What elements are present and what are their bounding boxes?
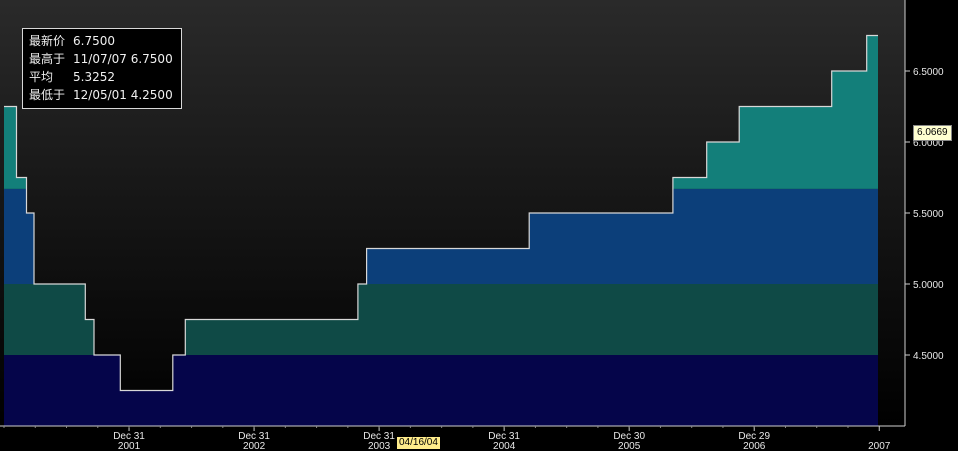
legend-row-average: 平均 5.3252: [29, 68, 173, 86]
x-tick-year: 2001: [118, 441, 141, 451]
x-tick-year: 2004: [493, 441, 516, 451]
legend-key: 最低于: [29, 88, 66, 102]
y-tick-label: 6.5000: [913, 67, 944, 78]
cursor-date-badge: 04/16/04: [397, 437, 440, 449]
legend-row-low: 最低于 12/05/01 4.2500: [29, 86, 173, 104]
legend-key: 最新价: [29, 34, 66, 48]
x-tick-year: 2007: [868, 441, 891, 451]
x-tick-year: 2006: [743, 441, 766, 451]
x-tick-year: 2003: [368, 441, 391, 451]
legend-row-high: 最高于 11/07/07 6.7500: [29, 50, 173, 68]
legend-row-last: 最新价 6.7500: [29, 32, 173, 50]
stats-legend: 最新价 6.7500 最高于 11/07/07 6.7500 平均 5.3252 最低…: [22, 28, 182, 109]
legend-value: 11/07/07 6.7500: [73, 52, 173, 66]
legend-key: 最高于: [29, 52, 66, 66]
legend-value: 6.7500: [73, 34, 115, 48]
legend-key: 平均: [29, 70, 54, 84]
y-tick-label: 5.5000: [913, 209, 944, 220]
last-value-flag: 6.0669: [913, 125, 952, 141]
x-tick-year: 2005: [618, 441, 641, 451]
y-tick-label: 5.0000: [913, 280, 944, 291]
legend-value: 5.3252: [73, 70, 115, 84]
legend-value: 12/05/01 4.2500: [73, 88, 173, 102]
y-tick-label: 4.5000: [913, 351, 944, 362]
x-tick-year: 2002: [243, 441, 266, 451]
